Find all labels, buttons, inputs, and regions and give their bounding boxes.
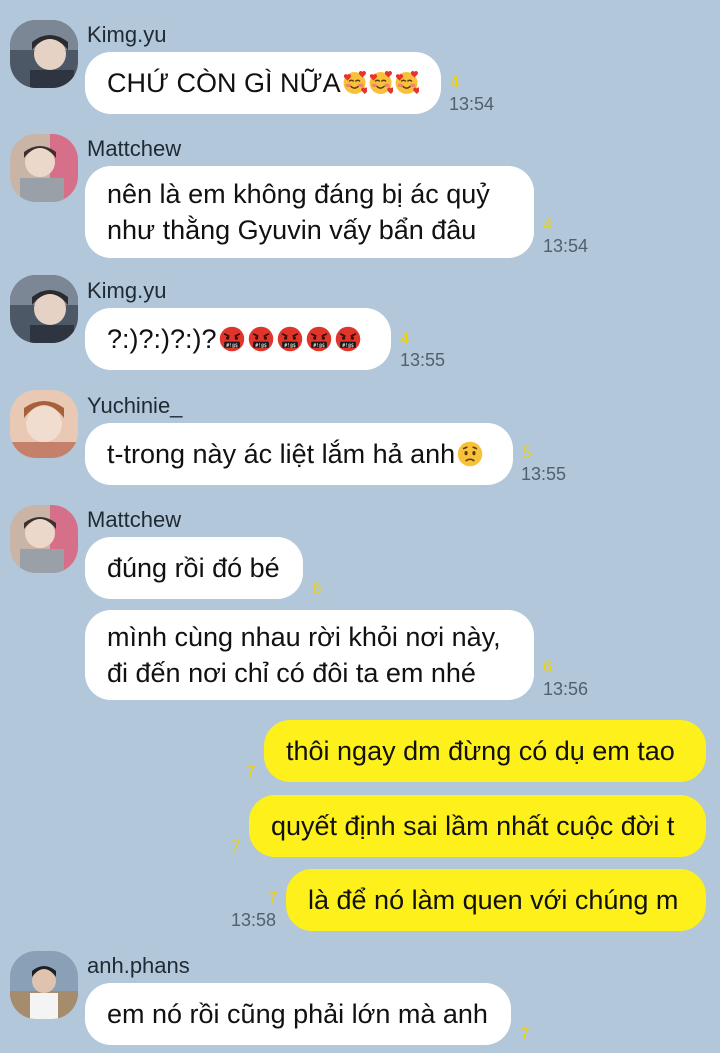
cursing-face-icon [247,325,275,353]
message-text: là để nó làm quen với chúng m [308,885,679,915]
message-bubble[interactable]: em nó rồi cũng phải lớn mà anh [85,983,511,1045]
sender-name: Kimg.yu [87,278,167,303]
my-message-bubble[interactable]: là để nó làm quen với chúng m [286,869,706,931]
avatar-yuchinie[interactable] [10,390,78,458]
sender-name: Mattchew [87,136,182,161]
avatar-anh-phans[interactable] [10,951,78,1019]
my-message-bubble[interactable]: thôi ngay dm đừng có dụ em tao [264,720,706,782]
unread-count: 7 [520,1024,530,1043]
message-text-line: nên là em không đáng bị ác quỷ [107,179,490,209]
avatar-mattchew[interactable] [10,134,78,202]
message-text: t-trong này ác liệt lắm hả anh [107,439,456,469]
message-text-line: đi đến nơi chỉ có đôi ta em nhé [107,658,476,688]
message-text: em nó rồi cũng phải lớn mà anh [107,999,488,1029]
sender-name: Yuchinie_ [87,393,183,418]
message-text: CHỨ CÒN GÌ NỮA [107,68,341,98]
my-message-bubble[interactable]: quyết định sai lầm nhất cuộc đời t [249,795,706,857]
cursing-face-icon [334,325,362,353]
message-text: quyết định sai lầm nhất cuộc đời t [271,811,675,841]
message-time: 13:56 [543,679,589,699]
avatar-kimg-yu[interactable] [10,275,78,343]
unread-count: 4 [543,215,553,234]
message-text: đúng rồi đó bé [107,553,280,583]
unread-count: 4 [400,329,410,348]
sender-name: Kimg.yu [87,22,167,47]
message-time: 13:58 [231,910,277,930]
message-bubble[interactable]: nên là em không đáng bị ác quỷ như thằng… [85,166,534,258]
unread-count: 5 [522,443,532,462]
unread-count: 6 [312,579,322,598]
message-time: 13:55 [400,350,446,370]
message-text-line: như thằng Gyuvin vấy bẩn đâu [107,215,477,245]
smiling-hearts-icon [368,69,393,97]
worried-face-icon [456,440,484,468]
unread-count: 7 [231,837,241,856]
smiling-hearts-icon [394,69,419,97]
unread-count: 4 [450,72,460,91]
unread-count: 6 [543,657,553,676]
cursing-face-icon [218,325,246,353]
message-time: 13:55 [521,464,567,484]
avatar-kimg-yu[interactable] [10,20,78,88]
cursing-face-icon [305,325,333,353]
message-bubble[interactable]: mình cùng nhau rời khỏi nơi này, đi đến … [85,610,534,700]
message-text: thôi ngay dm đừng có dụ em tao [286,736,675,766]
message-time: 13:54 [543,236,589,256]
unread-count: 7 [246,762,256,781]
message-time: 13:54 [449,94,495,114]
unread-count: 7 [268,888,278,907]
avatar-mattchew[interactable] [10,505,78,573]
message-text-line: mình cùng nhau rời khỏi nơi này, [107,622,501,652]
message-bubble[interactable]: đúng rồi đó bé [85,537,303,599]
message-bubble[interactable]: ?:)?:)?:)? [85,308,391,370]
message-text: ?:)?:)?:)? [107,324,217,354]
smiling-hearts-icon [342,69,367,97]
cursing-face-icon [276,325,304,353]
message-bubble[interactable]: t-trong này ác liệt lắm hả anh [85,423,513,485]
message-bubble[interactable]: CHỨ CÒN GÌ NỮA [85,52,441,114]
sender-name: anh.phans [87,953,190,978]
sender-name: Mattchew [87,507,182,532]
